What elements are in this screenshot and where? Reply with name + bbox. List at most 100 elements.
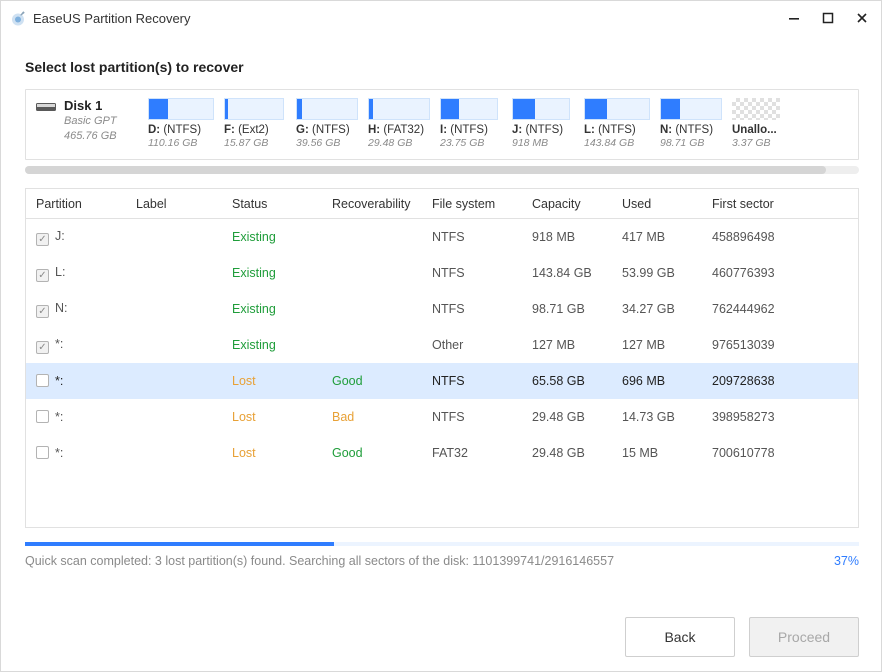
partition-table: Partition Label Status Recoverability Fi… — [25, 188, 859, 528]
window-title: EaseUS Partition Recovery — [33, 11, 191, 26]
row-used: 14.73 GB — [618, 410, 708, 424]
disk-scheme: Basic GPT — [64, 114, 117, 128]
partition-bar-size: 23.75 GB — [440, 137, 484, 149]
close-button[interactable] — [849, 5, 875, 31]
partition-bar[interactable]: I: (NTFS)23.75 GB — [440, 98, 502, 149]
row-partition: J: — [55, 229, 65, 243]
partition-bar-label: I: (NTFS) — [440, 124, 488, 136]
row-capacity: 29.48 GB — [528, 410, 618, 424]
row-checkbox[interactable] — [36, 446, 49, 459]
th-used[interactable]: Used — [618, 197, 708, 211]
partition-bar[interactable]: F: (Ext2)15.87 GB — [224, 98, 286, 149]
th-label[interactable]: Label — [132, 197, 228, 211]
table-header: Partition Label Status Recoverability Fi… — [26, 189, 858, 219]
row-status: Existing — [228, 230, 328, 244]
partition-bar-size: 143.84 GB — [584, 137, 634, 149]
disk-summary: Disk 1 Basic GPT 465.76 GB — [36, 98, 142, 144]
partition-bar-label: L: (NTFS) — [584, 124, 636, 136]
row-sector: 976513039 — [708, 338, 852, 352]
row-capacity: 98.71 GB — [528, 302, 618, 316]
th-sector[interactable]: First sector — [708, 197, 852, 211]
row-checkbox — [36, 233, 49, 246]
row-status: Existing — [228, 338, 328, 352]
disk-size: 465.76 GB — [64, 129, 117, 143]
row-checkbox — [36, 305, 49, 318]
table-row[interactable]: *:LostGoodFAT3229.48 GB15 MB700610778 — [26, 435, 858, 471]
partition-bar[interactable]: Unallo...3.37 GB — [732, 98, 794, 149]
table-row[interactable]: N:ExistingNTFS98.71 GB34.27 GB762444962 — [26, 291, 858, 327]
row-fs: NTFS — [428, 302, 528, 316]
table-row[interactable]: *:ExistingOther127 MB127 MB976513039 — [26, 327, 858, 363]
row-partition: L: — [55, 265, 65, 279]
partition-bar[interactable]: L: (NTFS)143.84 GB — [584, 98, 650, 149]
partition-bar[interactable]: D: (NTFS)110.16 GB — [148, 98, 214, 149]
maximize-button[interactable] — [815, 5, 841, 31]
row-used: 417 MB — [618, 230, 708, 244]
proceed-button[interactable]: Proceed — [749, 617, 859, 657]
row-fs: NTFS — [428, 374, 528, 388]
partition-bar-size: 39.56 GB — [296, 137, 340, 149]
th-fs[interactable]: File system — [428, 197, 528, 211]
partition-bar[interactable]: H: (FAT32)29.48 GB — [368, 98, 430, 149]
row-sector: 762444962 — [708, 302, 852, 316]
row-fs: Other — [428, 338, 528, 352]
table-row[interactable]: *:LostGoodNTFS65.58 GB696 MB209728638 — [26, 363, 858, 399]
row-checkbox — [36, 269, 49, 282]
strip-scrollbar[interactable] — [25, 166, 859, 174]
row-fs: NTFS — [428, 266, 528, 280]
row-used: 696 MB — [618, 374, 708, 388]
row-capacity: 127 MB — [528, 338, 618, 352]
partition-bar-size: 98.71 GB — [660, 137, 704, 149]
page-title: Select lost partition(s) to recover — [25, 59, 859, 75]
partition-bar-label: H: (FAT32) — [368, 124, 424, 136]
disk-icon — [36, 100, 56, 114]
partition-bar[interactable]: J: (NTFS)918 MB — [512, 98, 574, 149]
app-icon — [9, 9, 27, 27]
row-fs: FAT32 — [428, 446, 528, 460]
row-status: Lost — [228, 374, 328, 388]
row-partition: N: — [55, 301, 68, 315]
row-status: Existing — [228, 266, 328, 280]
partition-bar-label: D: (NTFS) — [148, 124, 201, 136]
back-button[interactable]: Back — [625, 617, 735, 657]
row-partition: *: — [55, 337, 63, 351]
row-partition: *: — [55, 446, 63, 460]
th-status[interactable]: Status — [228, 197, 328, 211]
row-recoverability: Bad — [328, 410, 428, 424]
th-capacity[interactable]: Capacity — [528, 197, 618, 211]
partition-bar[interactable]: G: (NTFS)39.56 GB — [296, 98, 358, 149]
th-partition[interactable]: Partition — [32, 197, 132, 211]
row-checkbox[interactable] — [36, 410, 49, 423]
disk-strip: Disk 1 Basic GPT 465.76 GB D: (NTFS)110.… — [25, 89, 859, 160]
partition-bar-label: F: (Ext2) — [224, 124, 269, 136]
partition-bar-size: 918 MB — [512, 137, 548, 149]
table-row[interactable]: *:LostBadNTFS29.48 GB14.73 GB398958273 — [26, 399, 858, 435]
minimize-button[interactable] — [781, 5, 807, 31]
row-capacity: 918 MB — [528, 230, 618, 244]
partition-bar-size: 15.87 GB — [224, 137, 268, 149]
row-status: Lost — [228, 410, 328, 424]
footer-buttons: Back Proceed — [625, 617, 859, 657]
row-sector: 209728638 — [708, 374, 852, 388]
progress-section: Quick scan completed: 3 lost partition(s… — [25, 542, 859, 568]
row-capacity: 143.84 GB — [528, 266, 618, 280]
row-status: Lost — [228, 446, 328, 460]
row-recoverability: Good — [328, 446, 428, 460]
partition-bar-label: N: (NTFS) — [660, 124, 713, 136]
partition-bar-size: 110.16 GB — [148, 137, 197, 149]
row-used: 127 MB — [618, 338, 708, 352]
th-recover[interactable]: Recoverability — [328, 197, 428, 211]
partition-bar-label: G: (NTFS) — [296, 124, 350, 136]
row-used: 34.27 GB — [618, 302, 708, 316]
progress-bar — [25, 542, 859, 546]
row-checkbox[interactable] — [36, 374, 49, 387]
progress-percent: 37% — [834, 554, 859, 568]
partition-bar-size: 3.37 GB — [732, 137, 771, 149]
table-row[interactable]: J:ExistingNTFS918 MB417 MB458896498 — [26, 219, 858, 255]
table-row[interactable]: L:ExistingNTFS143.84 GB53.99 GB460776393 — [26, 255, 858, 291]
window-controls — [781, 5, 875, 31]
row-fs: NTFS — [428, 230, 528, 244]
row-fs: NTFS — [428, 410, 528, 424]
row-used: 53.99 GB — [618, 266, 708, 280]
partition-bar[interactable]: N: (NTFS)98.71 GB — [660, 98, 722, 149]
